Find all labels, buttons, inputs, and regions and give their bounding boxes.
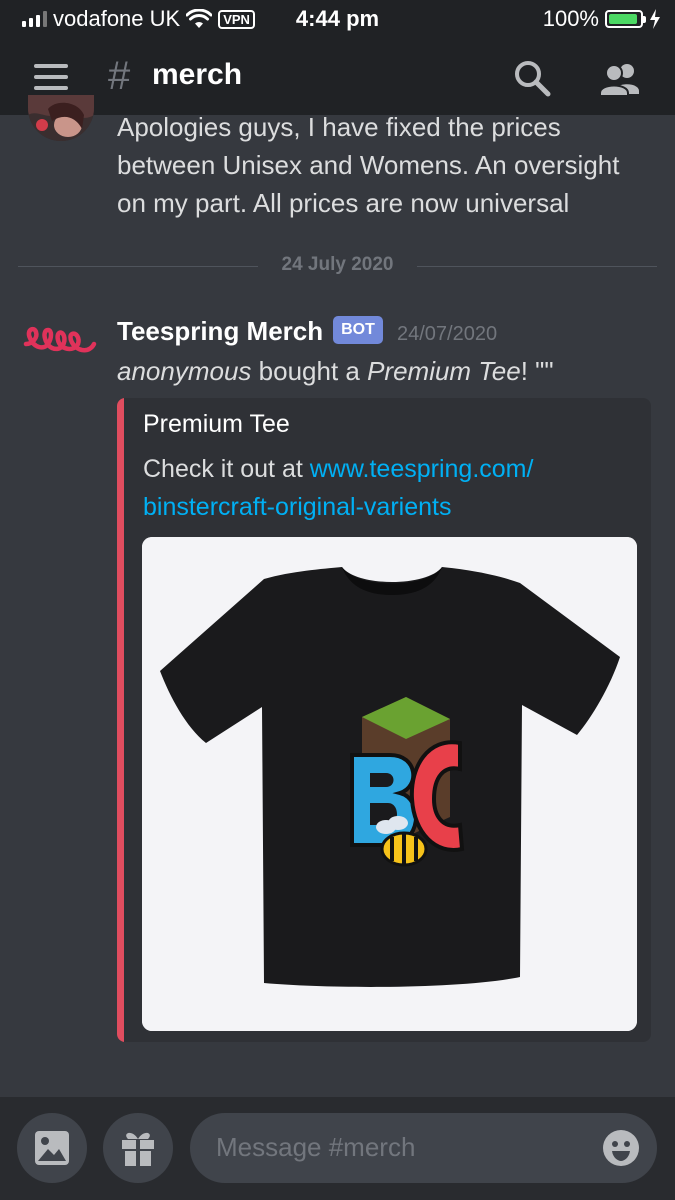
message-embed: Premium Tee Check it out at www.teesprin… [117, 398, 651, 1042]
embed-title: Premium Tee [143, 410, 290, 438]
gift-icon [122, 1132, 154, 1166]
embed-link-cont[interactable]: binstercraft-original-varients [143, 493, 451, 521]
message-input[interactable]: Message #merch [190, 1113, 657, 1183]
search-icon[interactable] [512, 58, 552, 98]
image-icon [35, 1131, 69, 1165]
message-line: between Unisex and Womens. An oversight [117, 150, 620, 180]
buyer-name: anonymous [117, 356, 252, 386]
channel-hash-icon: # [108, 54, 131, 98]
status-right: 100% [543, 6, 661, 32]
status-bar: vodafone UK VPN 4:44 pm 100% [0, 0, 675, 38]
avatar-image [28, 95, 94, 141]
channel-title: merch [152, 58, 243, 91]
text-middle: bought a [251, 356, 368, 386]
embed-description: Check it out at www.teespring.com/ binst… [143, 450, 643, 526]
product-name: Premium Tee [367, 356, 521, 386]
message-text: Apologies guys, I have fixed the prices … [117, 108, 619, 222]
bot-author-name[interactable]: Teespring Merch [117, 316, 323, 347]
bot-badge: BOT [333, 316, 383, 344]
battery-icon [605, 10, 646, 28]
members-icon[interactable] [598, 58, 642, 98]
image-upload-button[interactable] [17, 1113, 87, 1183]
embed-desc-prefix: Check it out at [143, 455, 310, 483]
bot-message-text: anonymous bought a Premium Tee! "" [117, 352, 554, 390]
embed-link[interactable]: www.teespring.com/ [310, 455, 534, 483]
bc-logo [350, 697, 465, 867]
embed-image[interactable] [142, 537, 637, 1031]
user-avatar[interactable] [28, 95, 94, 141]
date-divider: 24 July 2020 [18, 254, 657, 275]
emoji-icon[interactable] [602, 1129, 640, 1167]
tshirt-product-image [142, 537, 637, 1031]
menu-icon[interactable] [34, 64, 70, 90]
battery-percent: 100% [542, 6, 599, 31]
message-line: on my part. All prices are now universal [117, 188, 570, 218]
message-placeholder: Message #merch [216, 1132, 416, 1162]
text-suffix: ! "" [520, 356, 554, 386]
message-composer: Message #merch [0, 1097, 675, 1200]
gift-button[interactable] [103, 1113, 173, 1183]
embed-accent-bar [117, 398, 124, 1042]
charging-icon [650, 9, 660, 29]
message-timestamp: 24/07/2020 [397, 323, 498, 345]
message-line: Apologies guys, I have fixed the prices [117, 112, 561, 142]
date-divider-label: 24 July 2020 [281, 254, 394, 275]
teespring-logo-avatar[interactable] [22, 322, 98, 372]
channel-header: # merch [0, 40, 675, 115]
